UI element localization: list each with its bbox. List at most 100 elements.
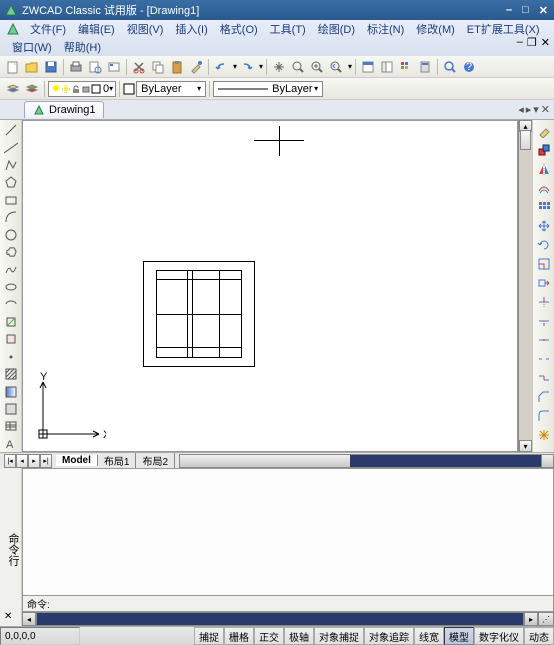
tab-menu-button[interactable]: ▾: [533, 103, 539, 116]
insert-block-button[interactable]: [2, 314, 20, 330]
tab-close-button[interactable]: ✕: [541, 103, 550, 116]
status-osnap-button[interactable]: 对象捕捉: [314, 627, 364, 645]
layer-dropdown-arrow[interactable]: ▾: [109, 84, 113, 93]
menu-help[interactable]: 帮助(H): [58, 38, 107, 56]
tab-last-button[interactable]: ▸|: [40, 454, 52, 468]
cut-button[interactable]: [130, 58, 148, 76]
cmd-horizontal-scrollbar[interactable]: [36, 612, 524, 626]
revision-cloud-button[interactable]: [2, 244, 20, 260]
stretch-button[interactable]: [535, 274, 553, 291]
scroll-down-button[interactable]: ▾: [519, 440, 532, 452]
join-button[interactable]: [535, 369, 553, 386]
hscroll-right-button[interactable]: [541, 455, 553, 467]
status-dyn-button[interactable]: 动态: [524, 627, 554, 645]
menu-modify[interactable]: 修改(M): [410, 20, 461, 38]
extend-button[interactable]: [535, 312, 553, 329]
menu-dimension[interactable]: 标注(N): [361, 20, 410, 38]
cmd-scroll-right-button[interactable]: ▸: [524, 612, 538, 626]
polygon-button[interactable]: [2, 174, 20, 190]
explode-button[interactable]: [535, 426, 553, 443]
status-model-button[interactable]: 模型: [444, 627, 474, 645]
pan-button[interactable]: [270, 58, 288, 76]
layer-properties-button[interactable]: [4, 80, 22, 98]
layer-combo[interactable]: 0 ▾: [48, 81, 116, 97]
spline-button[interactable]: [2, 261, 20, 277]
mirror-button[interactable]: [535, 160, 553, 177]
undo-button[interactable]: [212, 58, 230, 76]
tool-palette-button[interactable]: [397, 58, 415, 76]
tab-layout2[interactable]: 布局2: [136, 453, 175, 468]
layer-states-button[interactable]: [23, 80, 41, 98]
tab-first-button[interactable]: |◂: [4, 454, 16, 468]
doc-tab-drawing1[interactable]: Drawing1: [24, 101, 104, 118]
offset-button[interactable]: [535, 179, 553, 196]
tab-next-button[interactable]: ▸: [28, 454, 40, 468]
cmd-scroll-left-button[interactable]: ◂: [22, 612, 36, 626]
color-combo[interactable]: ByLayer ▾: [136, 81, 206, 97]
hatch-button[interactable]: [2, 366, 20, 382]
tab-prev-button[interactable]: ◂: [518, 103, 524, 116]
status-polar-button[interactable]: 极轴: [284, 627, 314, 645]
cmd-resize-grip[interactable]: ⋰: [538, 612, 554, 626]
rotate-button[interactable]: [535, 236, 553, 253]
save-button[interactable]: [42, 58, 60, 76]
vertical-scrollbar[interactable]: ▴ ▾: [518, 120, 532, 452]
make-block-button[interactable]: [2, 331, 20, 347]
open-button[interactable]: [23, 58, 41, 76]
move-button[interactable]: [535, 217, 553, 234]
menu-edit[interactable]: 编辑(E): [72, 20, 121, 38]
publish-button[interactable]: [105, 58, 123, 76]
rectangle-button[interactable]: [2, 192, 20, 208]
tab-model[interactable]: Model: [56, 455, 98, 466]
arc-button[interactable]: [2, 209, 20, 225]
command-history[interactable]: [22, 468, 554, 596]
fillet-button[interactable]: [535, 407, 553, 424]
zoom-realtime-button[interactable]: [289, 58, 307, 76]
calc-button[interactable]: [416, 58, 434, 76]
status-grid-button[interactable]: 栅格: [224, 627, 254, 645]
print-button[interactable]: [67, 58, 85, 76]
doc-close-button[interactable]: ✕: [541, 36, 550, 49]
command-input[interactable]: [54, 596, 553, 611]
properties-button[interactable]: [359, 58, 377, 76]
tab-layout1[interactable]: 布局1: [98, 453, 137, 468]
line-button[interactable]: [2, 122, 20, 138]
match-prop-button[interactable]: [187, 58, 205, 76]
gradient-button[interactable]: [2, 383, 20, 399]
zoom-window-button[interactable]: [308, 58, 326, 76]
drawing-canvas[interactable]: Y X: [22, 120, 518, 452]
maximize-button[interactable]: □: [520, 4, 531, 17]
close-button[interactable]: ✕: [537, 4, 550, 17]
menu-window[interactable]: 窗口(W): [6, 38, 58, 56]
scale-button[interactable]: [535, 255, 553, 272]
copy-button[interactable]: [149, 58, 167, 76]
ellipse-arc-button[interactable]: [2, 296, 20, 312]
break-at-point-button[interactable]: [535, 331, 553, 348]
region-button[interactable]: [2, 401, 20, 417]
paste-button[interactable]: [168, 58, 186, 76]
polyline-button[interactable]: [2, 157, 20, 173]
hscroll-thumb[interactable]: [180, 455, 350, 467]
break-button[interactable]: [535, 350, 553, 367]
status-lineweight-button[interactable]: 线宽: [414, 627, 444, 645]
horizontal-scrollbar[interactable]: [179, 454, 554, 468]
status-otrack-button[interactable]: 对象追踪: [364, 627, 414, 645]
scroll-thumb[interactable]: [520, 130, 531, 150]
status-digitizer-button[interactable]: 数字化仪: [474, 627, 524, 645]
redo-dropdown[interactable]: ▾: [259, 62, 263, 71]
minimize-button[interactable]: –: [504, 4, 514, 17]
menu-view[interactable]: 视图(V): [121, 20, 170, 38]
zoom-previous-button[interactable]: [327, 58, 345, 76]
menu-insert[interactable]: 插入(I): [169, 20, 213, 38]
tab-next-button[interactable]: ▸: [526, 103, 532, 116]
command-panel-close-button[interactable]: ✕: [4, 611, 12, 622]
menu-draw[interactable]: 绘图(D): [312, 20, 361, 38]
print-preview-button[interactable]: [86, 58, 104, 76]
undo-dropdown[interactable]: ▾: [233, 62, 237, 71]
zoom-dropdown[interactable]: ▾: [348, 62, 352, 71]
menu-file[interactable]: 文件(F): [24, 20, 72, 38]
array-button[interactable]: [535, 198, 553, 215]
erase-button[interactable]: [535, 122, 553, 139]
ellipse-button[interactable]: [2, 279, 20, 295]
design-center-button[interactable]: [378, 58, 396, 76]
